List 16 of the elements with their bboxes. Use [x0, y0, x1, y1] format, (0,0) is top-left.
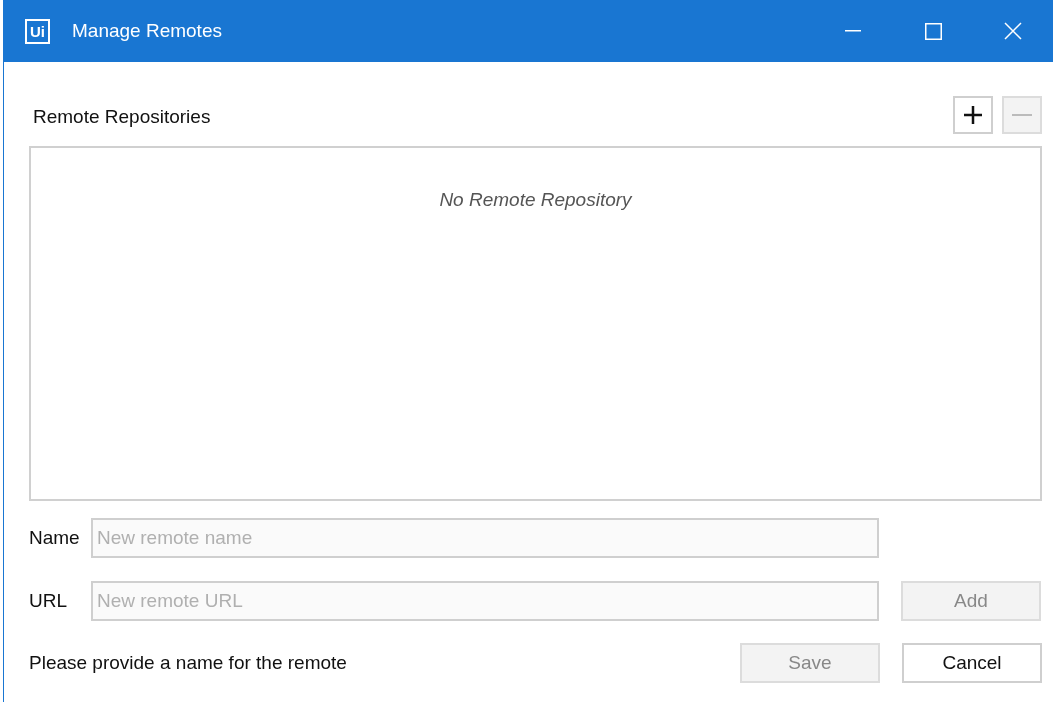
field-label: URL	[29, 588, 68, 613]
field-label: Name	[29, 525, 81, 550]
minimize-icon	[845, 30, 861, 32]
window-title: Manage Remotes	[72, 18, 222, 43]
plus-icon	[963, 105, 983, 125]
input-field[interactable]: New remote name	[91, 518, 879, 558]
close-icon	[1004, 22, 1022, 40]
maximize-icon	[924, 22, 942, 40]
input-field[interactable]: New remote URL	[91, 581, 879, 621]
section-label: Remote Repositories	[33, 104, 211, 129]
add-repository-button[interactable]	[953, 96, 993, 134]
empty-list-message: No Remote Repository	[439, 188, 632, 212]
minus-icon	[1012, 114, 1032, 116]
cancel-button[interactable]: Cancel	[902, 643, 1042, 683]
validation-message: Please provide a name for the remote	[29, 650, 347, 675]
app-logo: Ui	[25, 18, 50, 44]
